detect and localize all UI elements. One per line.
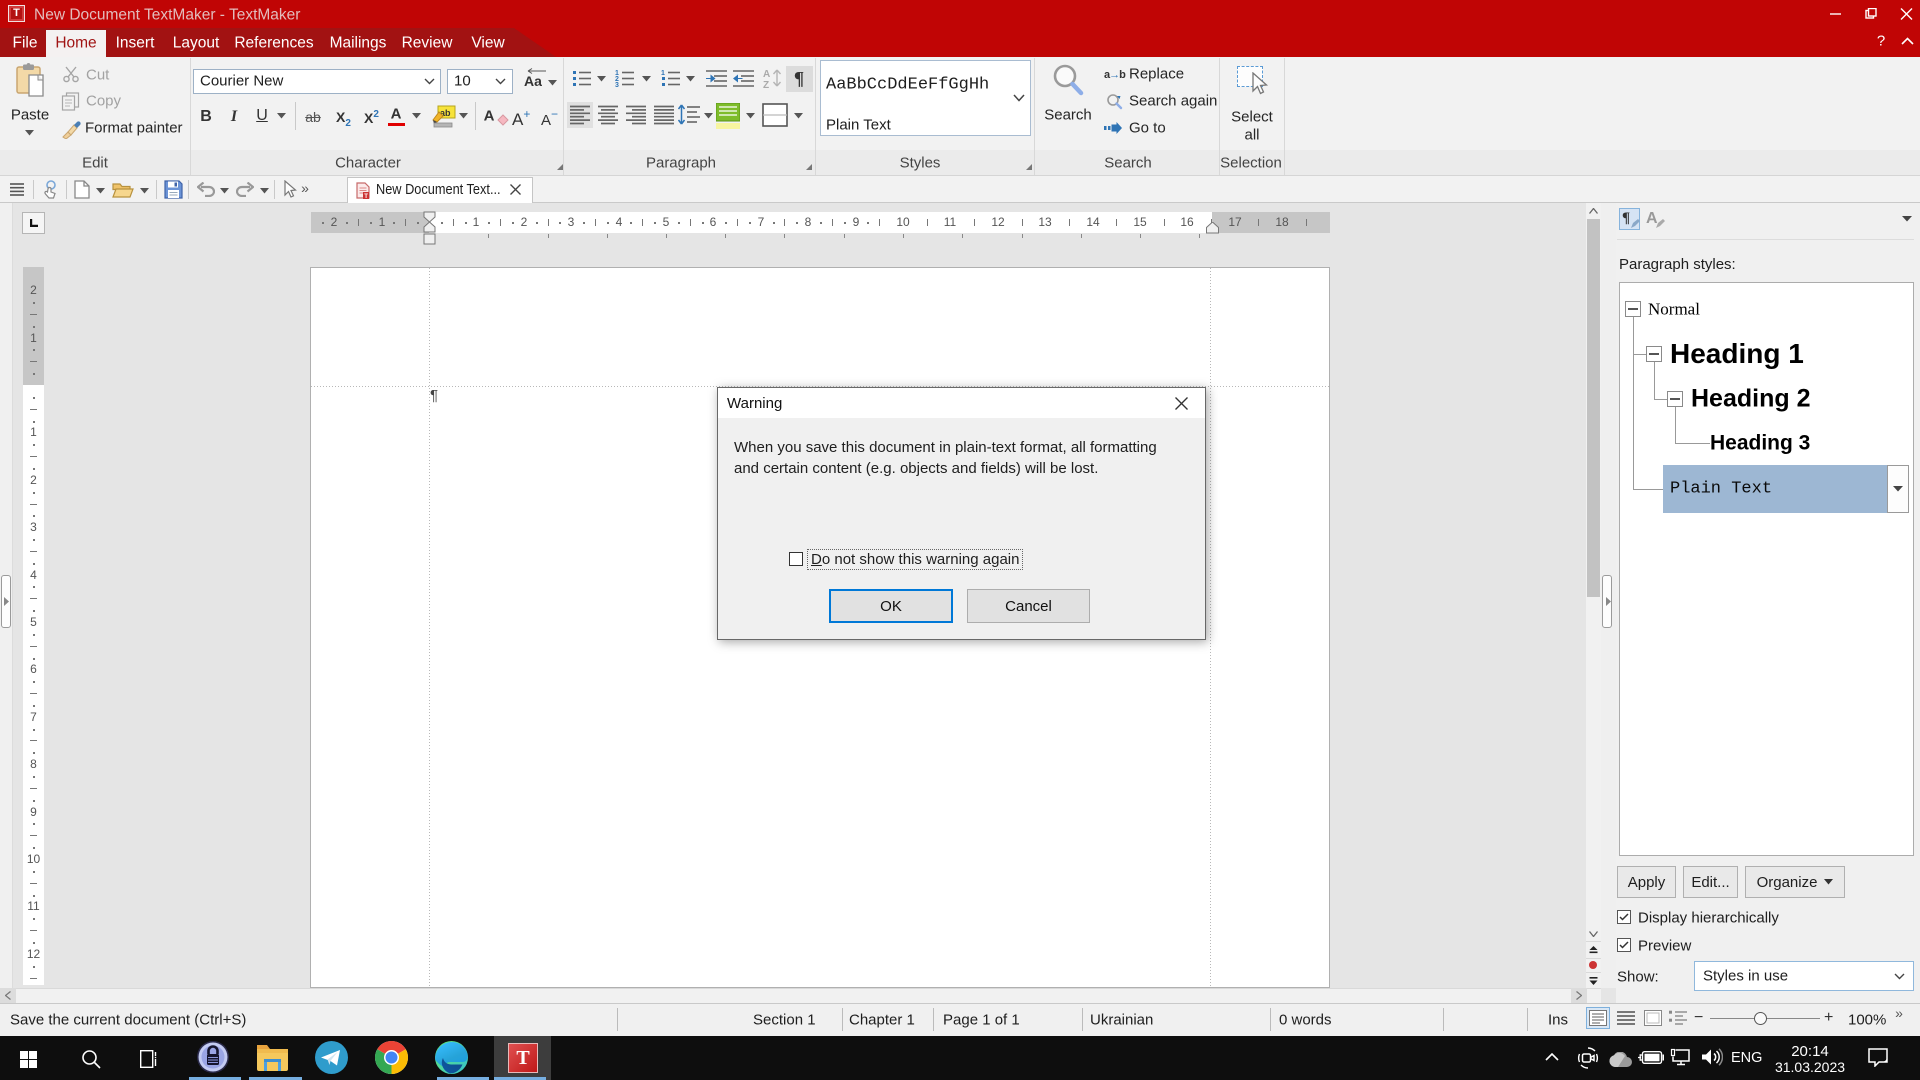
svg-text:T: T bbox=[364, 194, 368, 199]
